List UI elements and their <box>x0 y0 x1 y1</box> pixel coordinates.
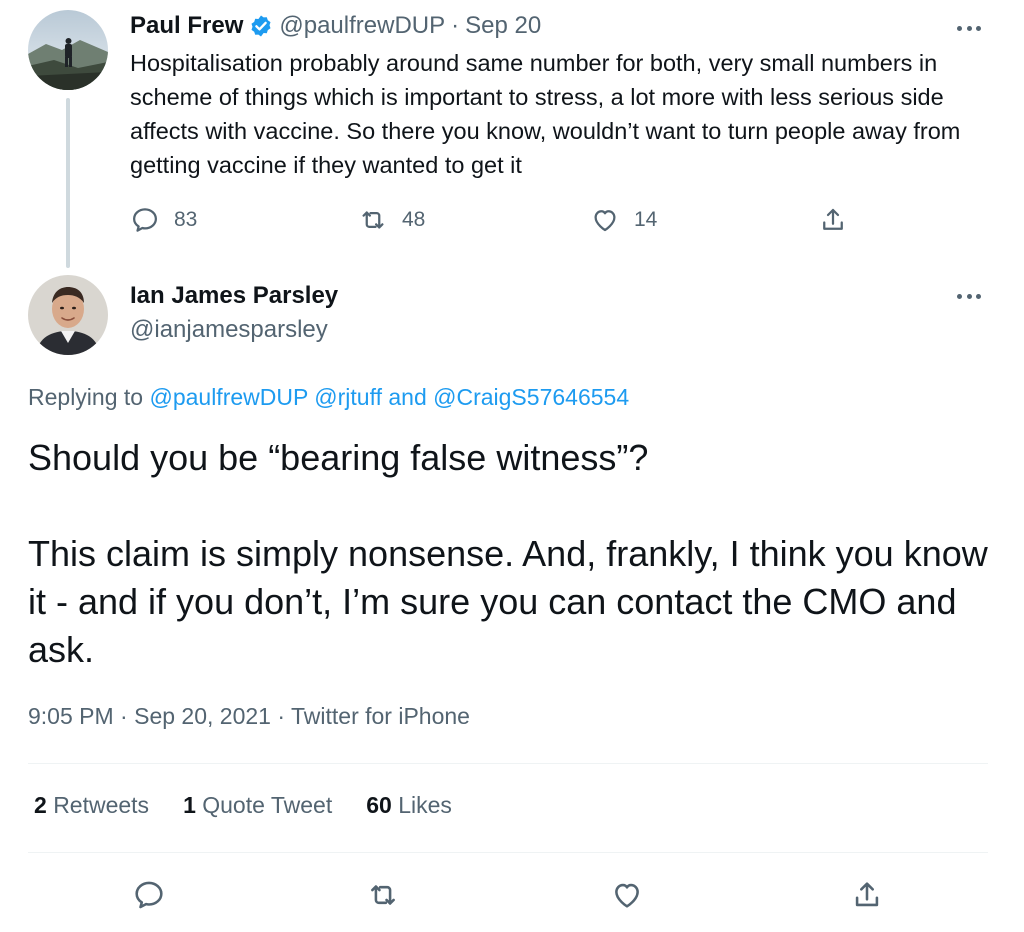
reply-count: 83 <box>174 208 198 231</box>
tweet-meta: 9:05 PM · Sep 20, 2021 · Twitter for iPh… <box>28 703 470 730</box>
retweet-icon <box>362 211 384 229</box>
mention-link[interactable]: @paulfrewDUP <box>149 384 307 410</box>
main-reply-button[interactable] <box>132 873 166 917</box>
tweet-time[interactable]: 9:05 PM <box>28 703 114 729</box>
heart-icon <box>615 883 639 908</box>
main-handle[interactable]: @ianjamesparsley <box>130 316 328 344</box>
like-button[interactable]: 14 <box>590 200 657 240</box>
more-dots-icon[interactable] <box>954 22 984 34</box>
engagement-stats: 2 Retweets 1 Quote Tweet 60 Likes <box>34 792 452 819</box>
likes-stat[interactable]: 60 Likes <box>366 792 452 819</box>
avatar-landscape-image <box>28 10 108 90</box>
reply-bubble-icon <box>133 208 157 232</box>
parent-display-name[interactable]: Paul Frew <box>130 12 243 40</box>
divider <box>28 852 988 853</box>
replying-to-label: Replying to <box>28 384 144 410</box>
main-tweet-text: Should you be “bearing false witness”? T… <box>28 434 998 674</box>
retweet-icon <box>371 885 395 905</box>
share-button[interactable] <box>818 200 848 240</box>
heart-icon <box>594 210 616 232</box>
reply-button[interactable]: 83 <box>130 200 197 240</box>
main-like-button[interactable] <box>610 873 644 917</box>
tweet-source[interactable]: Twitter for iPhone <box>291 703 470 729</box>
main-share-button[interactable] <box>850 873 884 917</box>
tweet-thread: Paul Frew @paulfrewDUP · Sep 20 Hospital… <box>0 0 1024 932</box>
separator-dot: · <box>120 703 128 729</box>
avatar-ian-james-parsley[interactable] <box>28 275 108 355</box>
retweet-button[interactable]: 48 <box>358 200 425 240</box>
divider <box>28 763 988 764</box>
parent-tweet-text: Hospitalisation probably around same num… <box>130 50 961 178</box>
parent-handle[interactable]: @paulfrewDUP <box>279 12 445 40</box>
reply-bubble-icon <box>135 881 163 909</box>
parent-action-bar: 83 48 14 <box>130 200 860 240</box>
tweet-date[interactable]: Sep 20, 2021 <box>134 703 271 729</box>
parent-tweet-header: Paul Frew @paulfrewDUP · Sep 20 <box>130 10 541 42</box>
like-count: 14 <box>634 208 658 231</box>
parent-tweet-date[interactable]: Sep 20 <box>465 12 541 40</box>
replying-to-line: Replying to @paulfrewDUP @rjtuff and @Cr… <box>28 384 629 411</box>
share-upload-icon <box>855 882 879 907</box>
and-text: and <box>388 384 427 410</box>
main-display-name[interactable]: Ian James Parsley <box>130 282 338 310</box>
verified-badge-icon <box>249 14 273 38</box>
avatar-portrait-image <box>28 275 108 355</box>
main-retweet-button[interactable] <box>366 873 400 917</box>
tweet-paragraph: This claim is simply nonsense. And, fran… <box>28 533 988 670</box>
avatar-paul-frew[interactable] <box>28 10 108 90</box>
more-dots-icon[interactable] <box>954 290 984 302</box>
retweet-count: 48 <box>402 208 426 231</box>
thread-connector-line <box>66 98 70 268</box>
separator-dot: · <box>277 703 286 729</box>
separator-dot: · <box>451 12 460 39</box>
tweet-paragraph: Should you be “bearing false witness”? <box>28 437 649 478</box>
retweets-stat[interactable]: 2 Retweets <box>34 792 149 819</box>
quote-tweets-stat[interactable]: 1 Quote Tweet <box>183 792 332 819</box>
mention-link[interactable]: @rjtuff <box>314 384 382 410</box>
share-upload-icon <box>823 208 843 230</box>
mention-link[interactable]: @CraigS57646554 <box>433 384 629 410</box>
